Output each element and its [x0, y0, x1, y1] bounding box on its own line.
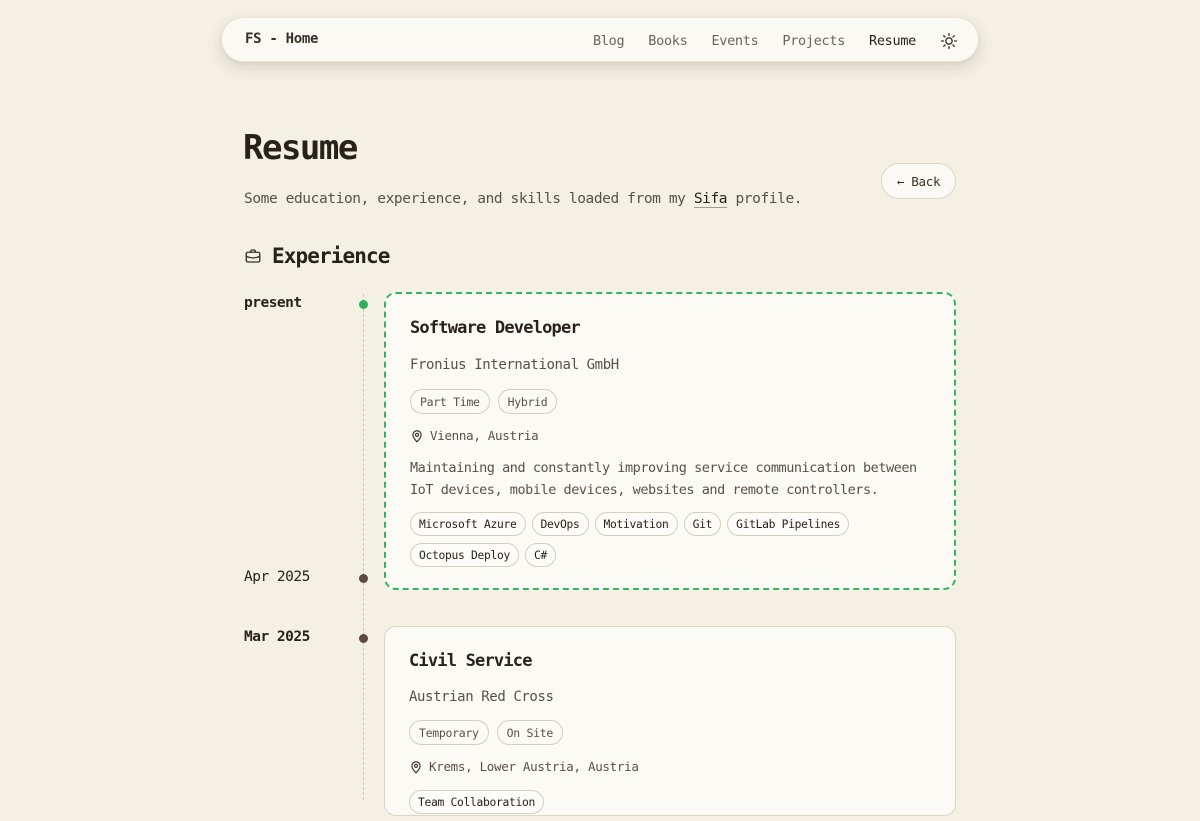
page-title: Resume — [243, 128, 358, 168]
nav-links: Blog Books Events Projects Resume — [569, 18, 958, 63]
skill-tags: Team Collaboration — [409, 790, 939, 821]
date-start-1: present — [244, 295, 302, 311]
timeline-dot-current — [359, 300, 368, 309]
job-location: Vienna, Austria — [410, 428, 539, 443]
date-end-1: Apr 2025 — [244, 569, 310, 585]
nav-link-projects[interactable]: Projects — [782, 33, 845, 49]
skill-tag: Octopus Deploy — [410, 543, 520, 567]
work-mode-tag: On Site — [496, 720, 563, 745]
timeline-line — [363, 294, 364, 800]
experience-card-current: Software Developer Fronius International… — [384, 292, 956, 590]
section-title: Experience — [272, 244, 390, 268]
skill-tag: C# — [525, 543, 557, 567]
employment-type-tag: Part Time — [410, 389, 490, 414]
job-description: Maintaining and constantly improving ser… — [410, 460, 917, 498]
nav-link-books[interactable]: Books — [648, 33, 687, 49]
location-text: Krems, Lower Austria, Austria — [429, 759, 639, 774]
subtitle-text-end: profile. — [727, 191, 803, 207]
sun-icon[interactable] — [940, 32, 958, 50]
skill-tag: GitLab Pipelines — [727, 512, 850, 536]
subtitle-text: Some education, experience, and skills l… — [244, 191, 694, 207]
location-text: Vienna, Austria — [430, 428, 539, 443]
skill-tag: Motivation — [594, 512, 678, 536]
date-start-2: Mar 2025 — [244, 629, 310, 645]
job-title: Civil Service — [409, 651, 532, 671]
back-button[interactable]: ← Back — [881, 163, 956, 199]
sifa-link[interactable]: Sifa — [693, 191, 728, 208]
top-navigation: FS - Home Blog Books Events Projects Res… — [221, 17, 979, 62]
job-tags: Temporary On Site — [409, 720, 571, 745]
briefcase-icon — [245, 249, 261, 263]
experience-heading: Experience — [244, 244, 390, 268]
company-name: Fronius International GmbH — [410, 357, 619, 373]
skill-tags: Microsoft Azure DevOps Motivation Git Gi… — [410, 512, 940, 574]
skill-tag: Team Collaboration — [409, 790, 545, 814]
nav-link-events[interactable]: Events — [711, 33, 758, 49]
home-link[interactable]: FS - Home — [245, 31, 318, 47]
experience-card-past: Civil Service Austrian Red Cross Tempora… — [384, 626, 956, 816]
nav-link-blog[interactable]: Blog — [593, 33, 625, 49]
map-pin-icon — [412, 429, 422, 442]
job-tags: Part Time Hybrid — [410, 389, 565, 414]
page-subtitle: Some education, experience, and skills l… — [244, 191, 803, 208]
nav-link-resume[interactable]: Resume — [869, 33, 916, 49]
company-name: Austrian Red Cross — [409, 689, 554, 705]
skill-tag: Microsoft Azure — [410, 512, 526, 536]
employment-type-tag: Temporary — [409, 720, 489, 745]
skill-tag: Git — [683, 512, 722, 536]
job-location: Krems, Lower Austria, Austria — [409, 759, 639, 774]
work-mode-tag: Hybrid — [497, 389, 558, 414]
timeline-dot-end — [359, 574, 368, 583]
skill-tag: DevOps — [531, 512, 589, 536]
job-title: Software Developer — [410, 318, 581, 338]
map-pin-icon — [411, 760, 421, 773]
timeline-dot-start — [359, 634, 368, 643]
